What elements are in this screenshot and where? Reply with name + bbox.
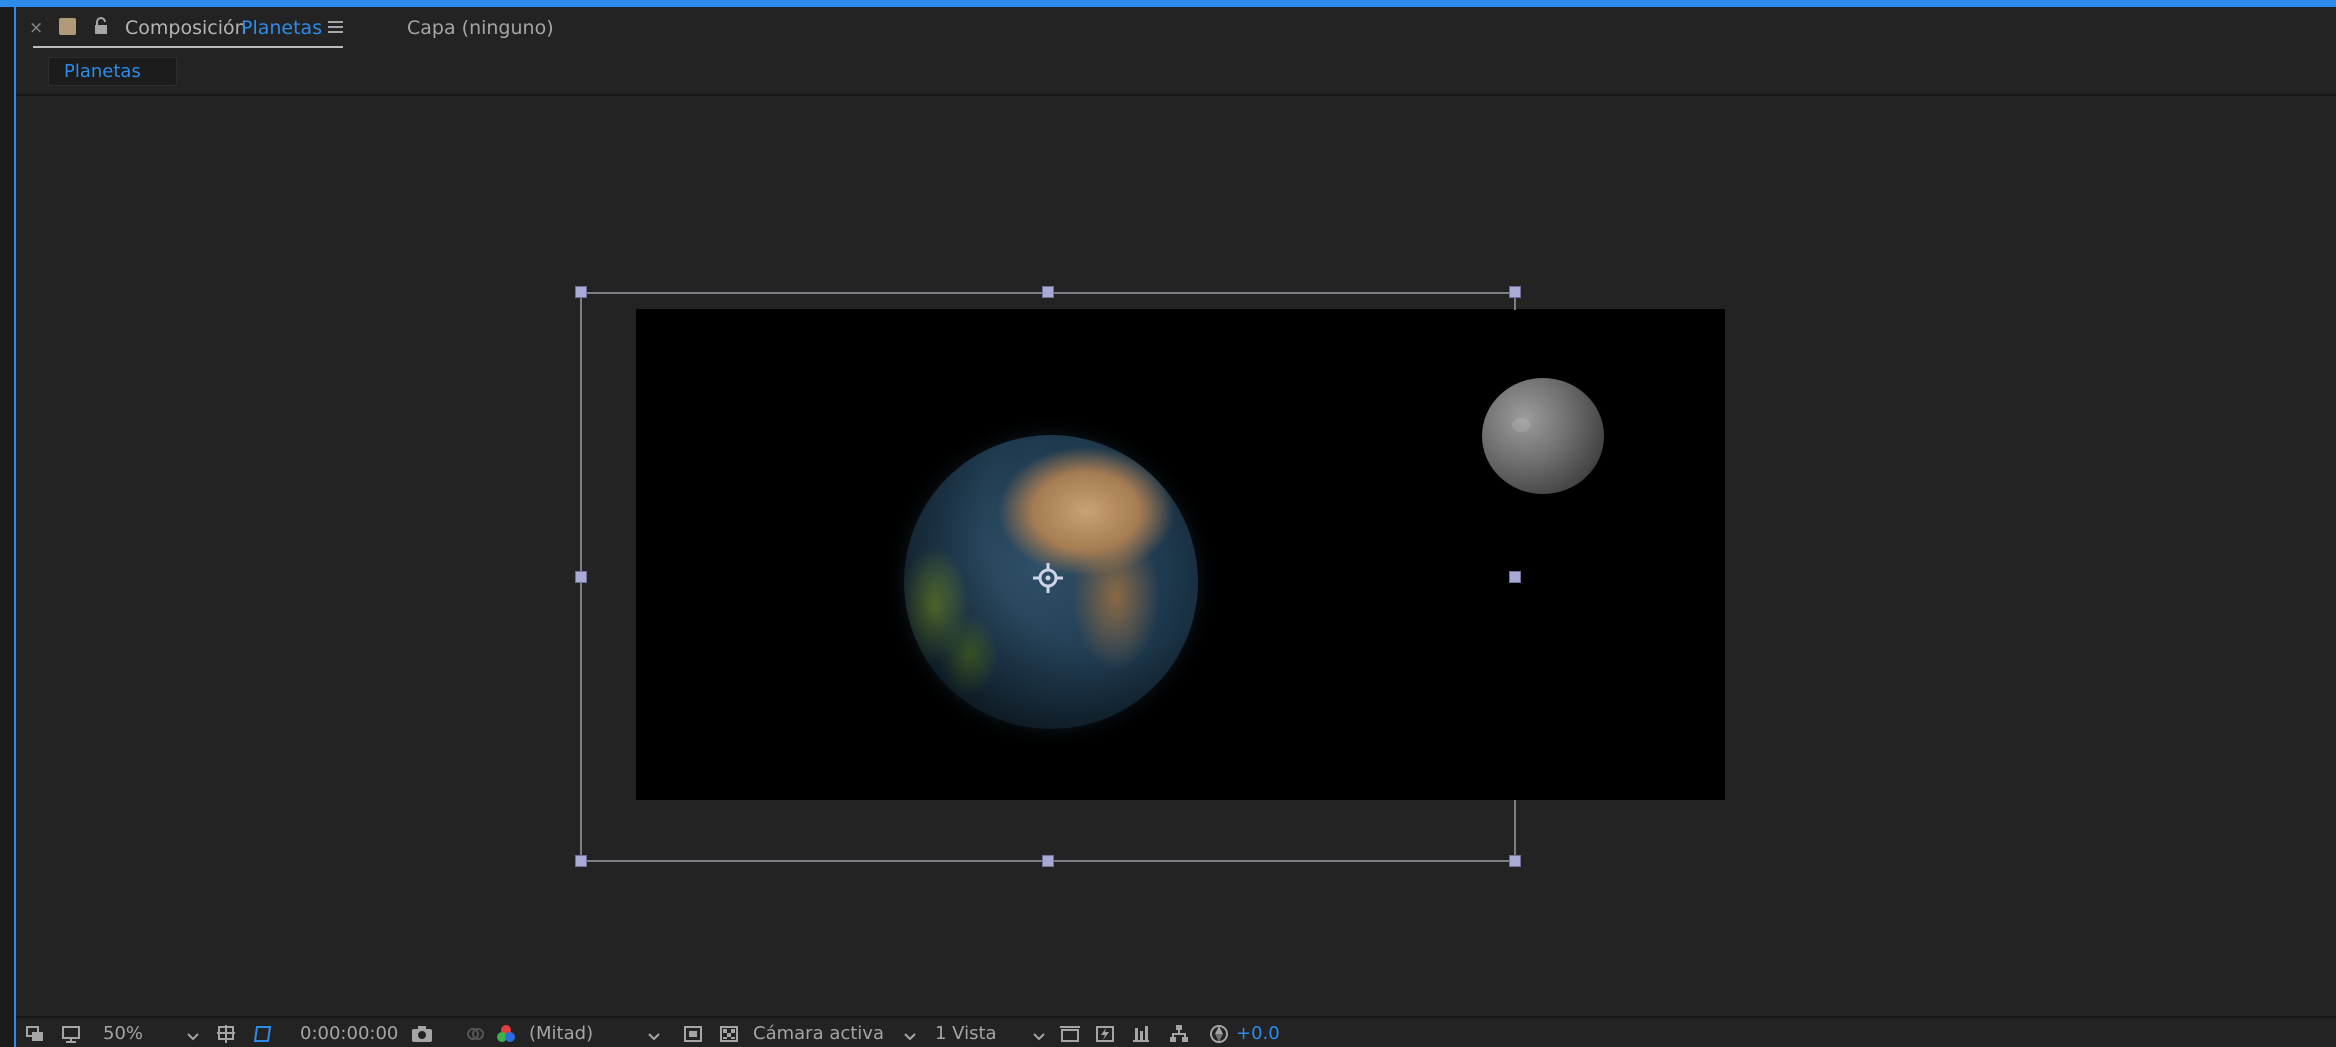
timeline-icon[interactable] xyxy=(1131,1024,1151,1044)
active-tab-indicator xyxy=(33,46,343,48)
channel-icon[interactable] xyxy=(496,1024,516,1044)
monitor-icon[interactable] xyxy=(61,1024,81,1044)
exposure-value[interactable]: +0.0 xyxy=(1236,1018,1280,1047)
fast-preview-icon[interactable] xyxy=(1095,1024,1115,1044)
left-gutter xyxy=(0,6,14,1047)
transform-handle[interactable] xyxy=(1509,571,1521,583)
always-preview-icon[interactable] xyxy=(25,1024,45,1044)
chevron-down-icon[interactable] xyxy=(186,1027,200,1041)
mask-visibility-icon[interactable] xyxy=(253,1024,273,1044)
resolution-select[interactable]: (Mitad) xyxy=(529,1018,593,1047)
exposure-reset-icon[interactable] xyxy=(1209,1024,1229,1044)
breadcrumb-label: Planetas xyxy=(64,61,141,82)
transform-handle[interactable] xyxy=(575,855,587,867)
viewer-toolbar: 50% 0:00:00:00 (Mitad) Cámara activa 1 V… xyxy=(16,1016,2336,1047)
transform-handle[interactable] xyxy=(575,571,587,583)
panel-header xyxy=(16,7,2336,95)
resolution-value: (Mitad) xyxy=(529,1023,594,1044)
tab-composition-label[interactable]: Composición xyxy=(125,17,247,39)
tab-layer[interactable]: Capa (ninguno) xyxy=(407,17,554,39)
views-select[interactable]: 1 Vista xyxy=(935,1018,997,1047)
current-time-display[interactable]: 0:00:00:00 xyxy=(300,1018,398,1047)
chevron-down-icon[interactable] xyxy=(903,1027,917,1041)
chevron-down-icon[interactable] xyxy=(1032,1027,1046,1041)
snapshot-icon[interactable] xyxy=(411,1024,432,1044)
flowchart-icon[interactable] xyxy=(1169,1024,1189,1044)
close-icon[interactable]: × xyxy=(29,18,43,38)
show-snapshot-icon[interactable] xyxy=(465,1024,485,1044)
chevron-down-icon[interactable] xyxy=(647,1027,661,1041)
magnification-value: 50% xyxy=(103,1023,144,1044)
transform-handle[interactable] xyxy=(575,286,587,298)
layer-bounds-right xyxy=(1514,800,1516,862)
composition-breadcrumb[interactable]: Planetas xyxy=(48,57,177,86)
transparency-grid-icon[interactable] xyxy=(719,1024,739,1044)
pixel-aspect-icon[interactable] xyxy=(1059,1024,1080,1044)
panel-menu-icon[interactable] xyxy=(328,21,343,34)
composition-canvas[interactable] xyxy=(636,309,1725,800)
panel-focus-border xyxy=(0,0,2336,7)
transform-handle[interactable] xyxy=(1509,286,1521,298)
exposure-label: +0.0 xyxy=(1236,1023,1280,1044)
camera-select[interactable]: Cámara activa xyxy=(753,1018,884,1047)
transform-handle[interactable] xyxy=(1509,855,1521,867)
tab-composition-name[interactable]: Planetas xyxy=(241,17,322,39)
label-color-swatch[interactable] xyxy=(59,18,76,35)
views-value: 1 Vista xyxy=(935,1023,997,1044)
region-of-interest-icon[interactable] xyxy=(683,1024,703,1044)
lock-icon[interactable] xyxy=(93,16,109,36)
grid-guides-icon[interactable] xyxy=(216,1024,236,1044)
magnification-select[interactable]: 50% xyxy=(103,1018,143,1047)
transform-handle[interactable] xyxy=(1042,286,1054,298)
moon-layer[interactable] xyxy=(1482,378,1604,494)
camera-value: Cámara activa xyxy=(753,1023,884,1044)
transform-handle[interactable] xyxy=(1042,855,1054,867)
composition-panel: × Composición Planetas Capa (ninguno) Pl… xyxy=(0,0,2336,1047)
timecode-value: 0:00:00:00 xyxy=(300,1023,399,1044)
anchor-point-icon[interactable] xyxy=(1031,561,1065,595)
